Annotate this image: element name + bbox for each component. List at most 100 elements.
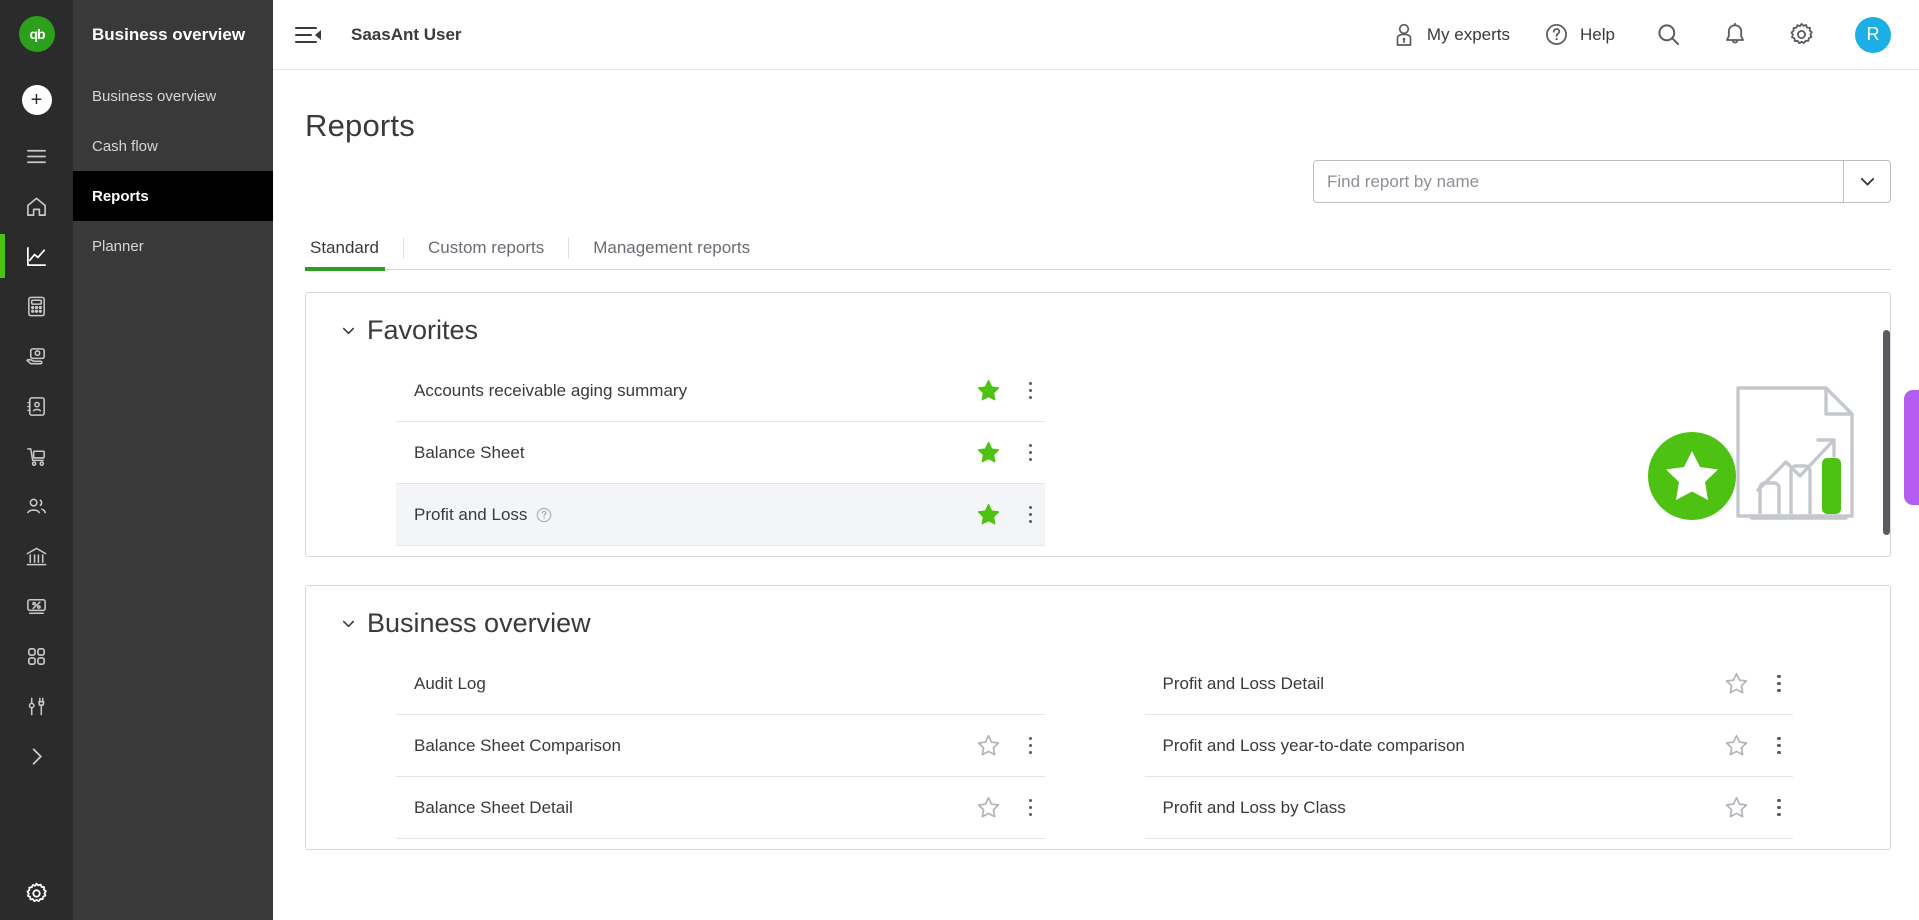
calculator-icon[interactable] — [0, 281, 73, 331]
row-actions — [976, 378, 1045, 403]
report-name: Balance Sheet Comparison — [414, 735, 621, 755]
report-name: Profit and Loss Detail — [1162, 673, 1325, 693]
expand-chevron-icon[interactable] — [0, 731, 73, 781]
row-actions — [976, 733, 1045, 758]
chart-icon[interactable] — [0, 231, 73, 281]
search-input[interactable] — [1314, 161, 1843, 202]
favorite-star-icon[interactable] — [976, 733, 1001, 758]
table-row[interactable]: Profit and Loss year-to-date comparison — [1144, 715, 1793, 777]
menu-icon[interactable] — [0, 131, 73, 181]
settings-gear-icon[interactable] — [1788, 21, 1815, 48]
collapse-menu-icon[interactable] — [295, 24, 321, 46]
find-report-search — [1313, 160, 1891, 203]
chevron-down-icon — [339, 614, 358, 633]
my-experts-button[interactable]: My experts — [1392, 22, 1510, 48]
notification-bell-icon[interactable] — [1722, 22, 1748, 48]
row-actions — [1724, 733, 1793, 758]
report-name: Profit and Loss — [414, 504, 528, 524]
search-icon[interactable] — [1655, 21, 1682, 48]
favorite-star-icon[interactable] — [1724, 795, 1749, 820]
subnav-title: Business overview — [92, 25, 246, 44]
info-help-icon[interactable] — [536, 507, 552, 523]
reports-scroll-area: Favorites Accounts receivable aging summ… — [273, 292, 1919, 912]
payments-icon[interactable] — [0, 331, 73, 381]
row-menu-icon[interactable] — [1769, 736, 1789, 755]
favorite-star-icon[interactable] — [976, 440, 1001, 465]
business-overview-right-column: Profit and Loss Detail Profit and Loss y… — [1105, 653, 1891, 839]
gear-icon[interactable] — [0, 881, 73, 906]
top-bar-actions: My experts Help R — [1358, 16, 1891, 53]
report-name: Audit Log — [414, 673, 486, 693]
home-icon[interactable] — [0, 181, 73, 231]
report-name-wrapper: Profit and Loss — [396, 505, 552, 525]
company-name[interactable]: SaasAnt User — [351, 25, 462, 45]
row-actions — [976, 440, 1045, 465]
section-title: Favorites — [367, 315, 479, 345]
create-new-button[interactable]: + — [21, 85, 52, 115]
favorite-star-icon[interactable] — [976, 502, 1001, 527]
business-overview-collapse-header[interactable]: Business overview — [306, 586, 1890, 653]
table-row[interactable]: Balance Sheet — [396, 422, 1045, 484]
row-actions — [976, 795, 1045, 820]
top-bar: SaasAnt User My experts Help R — [273, 0, 1919, 70]
bank-icon[interactable] — [0, 531, 73, 581]
report-tabs: Standard Custom reports Management repor… — [305, 230, 1891, 271]
sidebar-item-reports[interactable]: Reports — [73, 171, 273, 221]
sidebar-item-business-overview[interactable]: Business overview — [73, 71, 273, 121]
favorites-collapse-header[interactable]: Favorites — [306, 293, 1890, 360]
table-row[interactable]: Profit and Loss by Class — [1144, 777, 1793, 839]
tab-standard[interactable]: Standard — [305, 238, 403, 271]
favorites-column: Accounts receivable aging summary Balanc… — [306, 360, 1105, 546]
table-row[interactable]: Accounts receivable aging summary — [396, 360, 1045, 422]
feedback-tab[interactable] — [1904, 390, 1919, 505]
favorite-star-icon[interactable] — [976, 795, 1001, 820]
table-row[interactable]: Balance Sheet Detail — [396, 777, 1045, 839]
tab-management-reports[interactable]: Management reports — [569, 238, 774, 269]
help-button[interactable]: Help — [1544, 22, 1615, 47]
vertical-scrollbar[interactable] — [1883, 330, 1890, 535]
sidebar-item-cash-flow[interactable]: Cash flow — [73, 121, 273, 171]
chevron-down-icon — [339, 321, 358, 340]
chevron-down-icon[interactable] — [1843, 161, 1890, 202]
favorite-star-icon[interactable] — [1724, 671, 1749, 696]
business-overview-section: Business overview Audit Log Balance Shee… — [305, 585, 1891, 850]
people-icon[interactable] — [0, 481, 73, 531]
sub-navigation: Business overview Business overview Cash… — [73, 0, 273, 920]
app-root: qb + Business overview Business overview… — [0, 0, 1919, 920]
report-name: Accounts receivable aging summary — [414, 380, 688, 400]
avatar[interactable]: R — [1855, 16, 1891, 53]
tab-custom-reports[interactable]: Custom reports — [404, 238, 568, 269]
icon-rail: qb + — [0, 0, 73, 920]
business-overview-left-column: Audit Log Balance Sheet Comparison Balan… — [306, 653, 1105, 839]
sidebar-item-planner[interactable]: Planner — [73, 221, 273, 271]
apps-grid-icon[interactable] — [0, 631, 73, 681]
sales-cart-icon[interactable] — [0, 431, 73, 481]
favorite-star-icon[interactable] — [1724, 733, 1749, 758]
taxes-icon[interactable] — [0, 581, 73, 631]
favorites-columns: Accounts receivable aging summary Balanc… — [306, 360, 1890, 556]
section-title: Business overview — [367, 608, 591, 638]
table-row[interactable]: Balance Sheet Comparison — [396, 715, 1045, 777]
table-row[interactable]: Profit and Loss Detail — [1144, 653, 1793, 715]
table-row[interactable]: Profit and Loss — [396, 484, 1045, 546]
row-menu-icon[interactable] — [1021, 505, 1041, 524]
report-name: Balance Sheet — [414, 442, 525, 462]
row-menu-icon[interactable] — [1021, 736, 1041, 755]
svg-text:qb: qb — [29, 26, 45, 42]
row-menu-icon[interactable] — [1021, 381, 1041, 400]
contacts-icon[interactable] — [0, 381, 73, 431]
business-overview-columns: Audit Log Balance Sheet Comparison Balan… — [306, 653, 1890, 849]
report-name: Profit and Loss year-to-date comparison — [1162, 735, 1465, 755]
help-question-icon — [1544, 22, 1569, 47]
table-row[interactable]: Audit Log — [396, 653, 1045, 715]
report-name: Balance Sheet Detail — [414, 797, 573, 817]
row-menu-icon[interactable] — [1021, 443, 1041, 462]
row-actions — [976, 502, 1045, 527]
qb-logo-icon[interactable]: qb — [18, 16, 55, 52]
row-menu-icon[interactable] — [1769, 798, 1789, 817]
favorite-star-icon[interactable] — [976, 378, 1001, 403]
row-menu-icon[interactable] — [1021, 798, 1041, 817]
row-menu-icon[interactable] — [1769, 674, 1789, 693]
main-area: SaasAnt User My experts Help R Reports F… — [273, 0, 1919, 920]
tools-icon[interactable] — [0, 681, 73, 731]
